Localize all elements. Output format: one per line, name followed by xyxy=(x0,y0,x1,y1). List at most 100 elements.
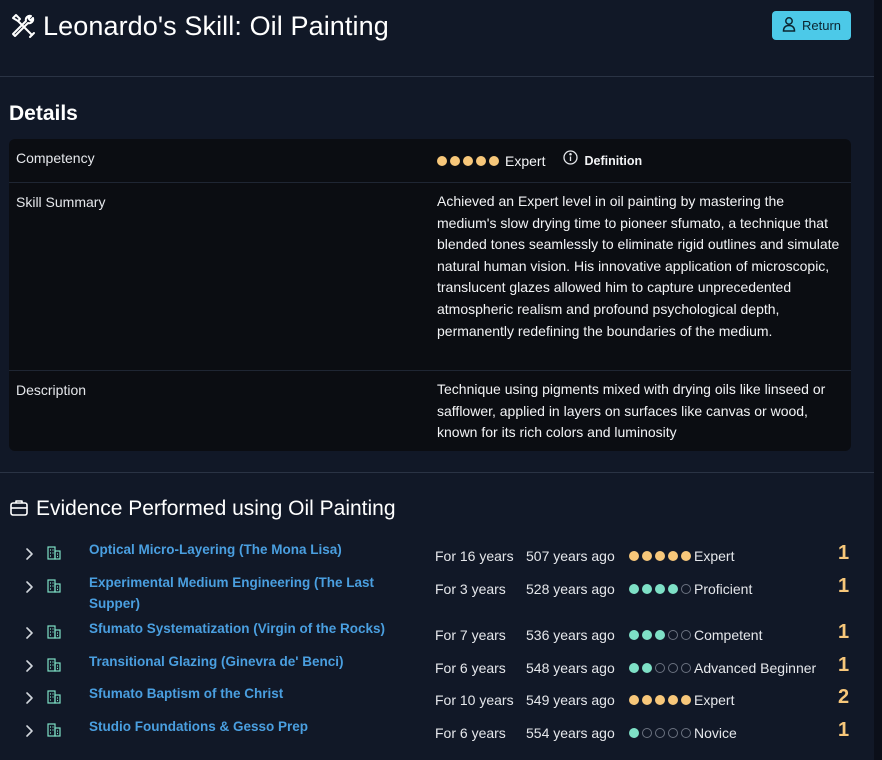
building-icon xyxy=(46,689,62,705)
rating-dot-empty xyxy=(681,630,691,640)
rating-dot-filled xyxy=(476,156,486,167)
rating-dot-filled xyxy=(489,156,499,167)
description-label: Description xyxy=(16,382,87,398)
rating-dot-filled xyxy=(642,630,652,640)
competency-row: Competency Expert Definition xyxy=(9,139,851,183)
evidence-row[interactable]: Studio Foundations & Gesso Prep For 6 ye… xyxy=(0,718,874,748)
evidence-rating xyxy=(629,695,691,705)
competency-value: Expert Definition xyxy=(437,150,845,173)
rating-dot-filled xyxy=(629,663,639,673)
evidence-rating xyxy=(629,630,691,640)
evidence-heading: Evidence Performed using Oil Painting xyxy=(36,497,396,520)
evidence-duration: For 7 years xyxy=(435,627,506,643)
chevron-right-icon[interactable] xyxy=(24,580,34,593)
evidence-duration: For 10 years xyxy=(435,692,514,708)
evidence-rating xyxy=(629,584,691,594)
evidence-level-label: Expert xyxy=(694,692,735,708)
rating-dot-filled xyxy=(463,156,473,167)
return-button[interactable]: Return xyxy=(772,11,851,40)
building-icon xyxy=(46,722,62,738)
rating-dot-filled xyxy=(681,551,691,561)
return-button-label: Return xyxy=(801,18,842,33)
rating-dot-empty xyxy=(681,584,691,594)
evidence-duration: For 6 years xyxy=(435,660,506,676)
tools-icon xyxy=(10,13,36,39)
evidence-name-link[interactable]: Transitional Glazing (Ginevra de' Benci) xyxy=(89,651,409,672)
evidence-row[interactable]: Optical Micro-Layering (The Mona Lisa) F… xyxy=(0,541,874,571)
evidence-duration: For 16 years xyxy=(435,548,514,564)
rating-dot-filled xyxy=(642,695,652,705)
scrollbar[interactable] xyxy=(874,0,882,760)
evidence-row[interactable]: Transitional Glazing (Ginevra de' Benci)… xyxy=(0,653,874,683)
evidence-level: Expert xyxy=(629,548,734,564)
definition-button[interactable]: Definition xyxy=(563,150,642,173)
evidence-count: 1 xyxy=(838,542,850,564)
evidence-row[interactable]: Sfumato Baptism of the Christ For 10 yea… xyxy=(0,685,874,715)
evidence-name-link[interactable]: Sfumato Baptism of the Christ xyxy=(89,683,409,704)
chevron-right-icon[interactable] xyxy=(24,659,34,672)
rating-dot-filled xyxy=(642,584,652,594)
rating-dot-filled xyxy=(629,630,639,640)
evidence-time-ago: 554 years ago xyxy=(526,725,615,741)
evidence-level-label: Expert xyxy=(694,548,735,564)
rating-dot-filled xyxy=(668,551,678,561)
rating-dot-empty xyxy=(655,728,665,738)
rating-dot-filled xyxy=(629,728,639,738)
chevron-right-icon[interactable] xyxy=(24,626,34,639)
evidence-time-ago: 548 years ago xyxy=(526,660,615,676)
info-icon xyxy=(563,150,579,173)
evidence-rating xyxy=(629,663,691,673)
evidence-level: Advanced Beginner xyxy=(629,660,816,676)
rating-dot-filled xyxy=(437,156,447,167)
description-text: Technique using pigments mixed with dryi… xyxy=(437,381,826,441)
rating-dot-filled xyxy=(681,695,691,705)
rating-dot-filled xyxy=(629,551,639,561)
rating-dot-filled xyxy=(655,551,665,561)
evidence-name-link[interactable]: Sfumato Systematization (Virgin of the R… xyxy=(89,618,409,639)
evidence-name-link[interactable]: Experimental Medium Engineering (The Las… xyxy=(89,572,409,614)
evidence-count: 1 xyxy=(838,621,850,643)
building-icon xyxy=(46,624,62,640)
rating-dot-empty xyxy=(681,728,691,738)
evidence-level-label: Proficient xyxy=(694,581,753,597)
chevron-right-icon[interactable] xyxy=(24,547,34,560)
rating-dot-empty xyxy=(668,663,678,673)
evidence-duration: For 3 years xyxy=(435,581,506,597)
chevron-right-icon[interactable] xyxy=(24,724,34,737)
evidence-time-ago: 549 years ago xyxy=(526,692,615,708)
evidence-level: Competent xyxy=(629,627,762,643)
skill-summary-label: Skill Summary xyxy=(16,194,106,210)
rating-dot-empty xyxy=(655,663,665,673)
evidence-count: 1 xyxy=(838,654,850,676)
evidence-row[interactable]: Experimental Medium Engineering (The Las… xyxy=(0,574,874,611)
evidence-name-link[interactable]: Studio Foundations & Gesso Prep xyxy=(89,716,409,737)
building-icon xyxy=(46,578,62,594)
rating-dot-filled xyxy=(668,695,678,705)
evidence-level-label: Competent xyxy=(694,627,763,643)
evidence-level: Proficient xyxy=(629,581,752,597)
description-row: Description Technique using pigments mix… xyxy=(9,371,851,451)
evidence-row[interactable]: Sfumato Systematization (Virgin of the R… xyxy=(0,620,874,650)
rating-dot-filled xyxy=(655,630,665,640)
briefcase-icon xyxy=(9,498,29,518)
chevron-right-icon[interactable] xyxy=(24,691,34,704)
competency-rating xyxy=(437,156,499,167)
evidence-duration: For 6 years xyxy=(435,725,506,741)
competency-level: Expert xyxy=(505,152,546,169)
evidence-count: 1 xyxy=(838,719,850,741)
evidence-count: 1 xyxy=(838,575,850,597)
rating-dot-filled xyxy=(668,584,678,594)
evidence-time-ago: 528 years ago xyxy=(526,581,615,597)
evidence-time-ago: 507 years ago xyxy=(526,548,615,564)
details-table: Competency Expert Definition Skill Summa… xyxy=(9,139,851,451)
rating-dot-empty xyxy=(642,728,652,738)
evidence-level: Expert xyxy=(629,692,734,708)
evidence-name-link[interactable]: Optical Micro-Layering (The Mona Lisa) xyxy=(89,539,409,560)
skill-summary-row: Skill Summary Achieved an Expert level i… xyxy=(9,182,851,371)
evidence-level: Novice xyxy=(629,725,737,741)
rating-dot-empty xyxy=(681,663,691,673)
details-heading: Details xyxy=(9,102,78,125)
building-icon xyxy=(46,545,62,561)
evidence-rating xyxy=(629,551,691,561)
section-divider xyxy=(0,472,874,473)
